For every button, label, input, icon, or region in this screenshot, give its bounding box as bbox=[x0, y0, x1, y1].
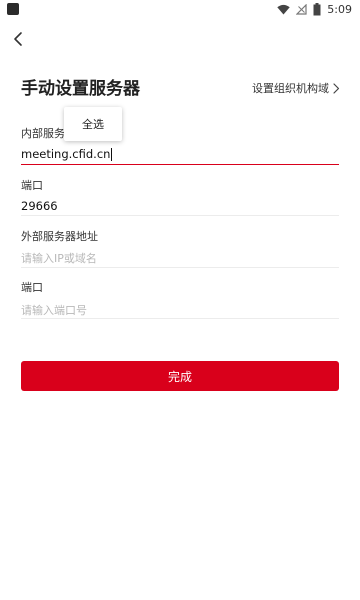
external-port-label: 端口 bbox=[21, 281, 43, 294]
back-button[interactable] bbox=[8, 28, 30, 50]
chevron-right-icon bbox=[333, 82, 340, 94]
external-port-underline bbox=[21, 318, 339, 319]
done-button-label: 完成 bbox=[167, 369, 192, 384]
internal-port-value: 29666 bbox=[21, 199, 58, 213]
signal-icon bbox=[296, 3, 307, 15]
external-port-input[interactable]: 请输入端口号 bbox=[21, 302, 87, 318]
wifi-icon bbox=[277, 4, 290, 14]
select-all-option[interactable]: 全选 bbox=[82, 116, 104, 132]
org-domain-link-label: 设置组织机构域 bbox=[252, 82, 329, 95]
status-bar: 5:09 bbox=[0, 0, 360, 18]
chevron-left-icon bbox=[14, 32, 22, 46]
internal-server-underline bbox=[21, 164, 339, 165]
page-title: 手动设置服务器 bbox=[21, 79, 140, 99]
done-button[interactable]: 完成 bbox=[21, 361, 339, 391]
battery-icon bbox=[313, 2, 321, 15]
internal-port-input[interactable]: 29666 bbox=[21, 199, 58, 213]
app-notification-icon bbox=[7, 3, 19, 15]
external-server-underline bbox=[21, 267, 339, 268]
external-server-label: 外部服务器地址 bbox=[21, 230, 98, 243]
external-server-input[interactable]: 请输入IP或域名 bbox=[21, 250, 97, 266]
status-icons: 5:09 bbox=[277, 2, 352, 16]
status-time: 5:09 bbox=[327, 2, 352, 16]
select-all-menu[interactable]: 全选 bbox=[64, 107, 122, 141]
text-cursor bbox=[111, 148, 113, 161]
internal-server-value: meeting.cfid.cn bbox=[21, 147, 111, 161]
internal-server-input[interactable]: meeting.cfid.cn bbox=[21, 147, 113, 161]
internal-port-underline bbox=[21, 215, 339, 216]
org-domain-link[interactable]: 设置组织机构域 bbox=[252, 80, 340, 96]
internal-port-label: 端口 bbox=[21, 179, 43, 192]
